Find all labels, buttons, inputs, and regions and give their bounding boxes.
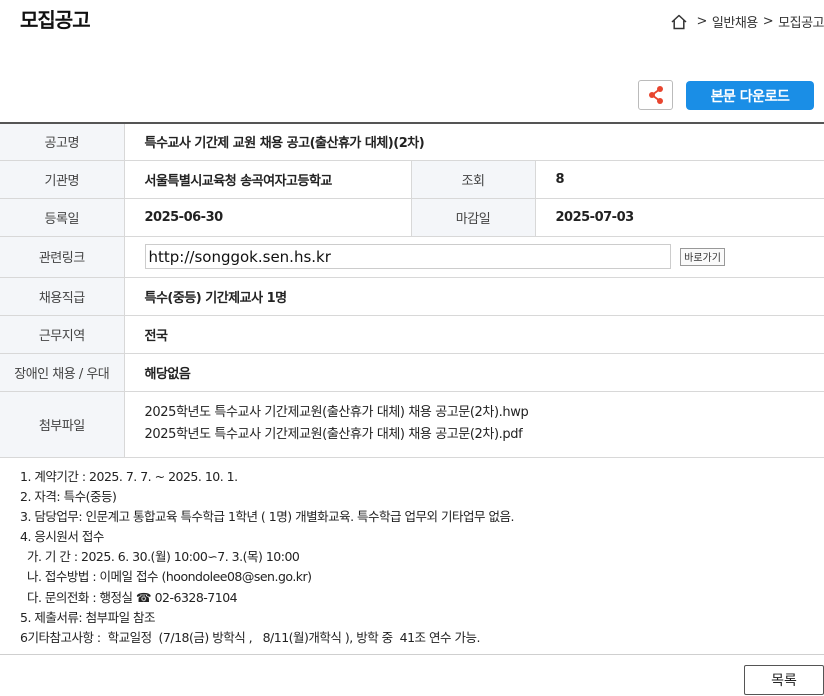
- position-value: 특수(중등) 기간제교사 1명: [124, 277, 824, 316]
- breadcrumb-item-general[interactable]: 일반채용: [712, 12, 758, 31]
- download-button[interactable]: 본문 다운로드: [686, 81, 814, 110]
- attach-cell: 2025학년도 특수교사 기간제교원(출산휴가 대체) 채용 공고문(2차).h…: [124, 391, 824, 458]
- row-dates: 등록일 2025-06-30 마감일 2025-07-03: [0, 198, 824, 237]
- go-link-button[interactable]: 바로가기: [680, 247, 725, 266]
- views-label: 조회: [410, 160, 536, 199]
- share-icon: [648, 86, 663, 104]
- body-line: 6기타참고사항 : 학교일정 (7/18(금) 방학식 , 8/11(월)개학식…: [20, 629, 480, 645]
- body-line: 3. 담당업무: 인문계고 통합교육 특수학급 1학년 ( 1명) 개별화교육.…: [20, 509, 514, 525]
- org-label: 기관명: [0, 160, 125, 199]
- title-value: 특수교사 기간제 교원 채용 공고(출산휴가 대체)(2차): [124, 123, 824, 161]
- reg-date-label: 등록일: [0, 198, 125, 237]
- disabled-value: 해당없음: [124, 353, 824, 392]
- notice-body: 1. 계약기간 : 2025. 7. 7. ~ 2025. 10. 1. 2. …: [20, 467, 514, 648]
- body-line: 나. 접수방법 : 이메일 접수 (hoondolee08@sen.go.kr): [20, 569, 312, 585]
- views-value: 8: [535, 160, 824, 199]
- home-icon[interactable]: [670, 13, 688, 31]
- body-line: 2. 자격: 특수(중등): [20, 489, 117, 505]
- row-org: 기관명 서울특별시교육청 송곡여자고등학교 조회 8: [0, 160, 824, 199]
- job-info-table: 공고명 특수교사 기간제 교원 채용 공고(출산휴가 대체)(2차) 기관명 서…: [0, 122, 824, 458]
- row-attachments: 첨부파일 2025학년도 특수교사 기간제교원(출산휴가 대체) 채용 공고문(…: [0, 391, 824, 458]
- body-line: 다. 문의전화 : 행정실 ☎ 02-6328-7104: [20, 589, 238, 605]
- body-line: 5. 제출서류: 첨부파일 참조: [20, 609, 156, 625]
- attach-label: 첨부파일: [0, 391, 125, 458]
- breadcrumb-item-current[interactable]: 모집공고: [778, 12, 824, 31]
- share-button[interactable]: [638, 80, 673, 110]
- row-position: 채용직급 특수(중등) 기간제교사 1명: [0, 277, 824, 316]
- page-title: 모집공고: [20, 8, 91, 32]
- row-link: 관련링크 바로가기: [0, 236, 824, 278]
- list-button[interactable]: 목록: [744, 665, 824, 695]
- deadline-value: 2025-07-03: [535, 198, 824, 237]
- row-disabled: 장애인 채용 / 우대 해당없음: [0, 353, 824, 392]
- deadline-label: 마감일: [410, 198, 536, 237]
- link-label: 관련링크: [0, 236, 125, 278]
- related-link-input[interactable]: [144, 244, 671, 269]
- body-line: 1. 계약기간 : 2025. 7. 7. ~ 2025. 10. 1.: [20, 469, 238, 484]
- title-label: 공고명: [0, 123, 125, 161]
- breadcrumb-separator: >: [762, 14, 774, 29]
- region-label: 근무지역: [0, 315, 125, 354]
- attachment-pdf-link[interactable]: 2025학년도 특수교사 기간제교원(출산휴가 대체) 채용 공고문(2차).p…: [145, 424, 824, 446]
- row-title: 공고명 특수교사 기간제 교원 채용 공고(출산휴가 대체)(2차): [0, 123, 824, 161]
- breadcrumb: > 일반채용 > 모집공고: [670, 12, 824, 31]
- reg-date-value: 2025-06-30: [124, 198, 411, 237]
- row-region: 근무지역 전국: [0, 315, 824, 354]
- attachment-hwp-link[interactable]: 2025학년도 특수교사 기간제교원(출산휴가 대체) 채용 공고문(2차).h…: [145, 402, 824, 424]
- disabled-label: 장애인 채용 / 우대: [0, 353, 125, 392]
- link-cell: 바로가기: [124, 236, 824, 278]
- body-line: 4. 응시원서 접수: [20, 529, 104, 545]
- breadcrumb-separator: >: [696, 14, 708, 29]
- position-label: 채용직급: [0, 277, 125, 316]
- body-line: 가. 기 간 : 2025. 6. 30.(월) 10:00∽7. 3.(목) …: [20, 549, 300, 565]
- region-value: 전국: [124, 315, 824, 354]
- org-value: 서울특별시교육청 송곡여자고등학교: [124, 160, 411, 199]
- divider: [0, 654, 824, 655]
